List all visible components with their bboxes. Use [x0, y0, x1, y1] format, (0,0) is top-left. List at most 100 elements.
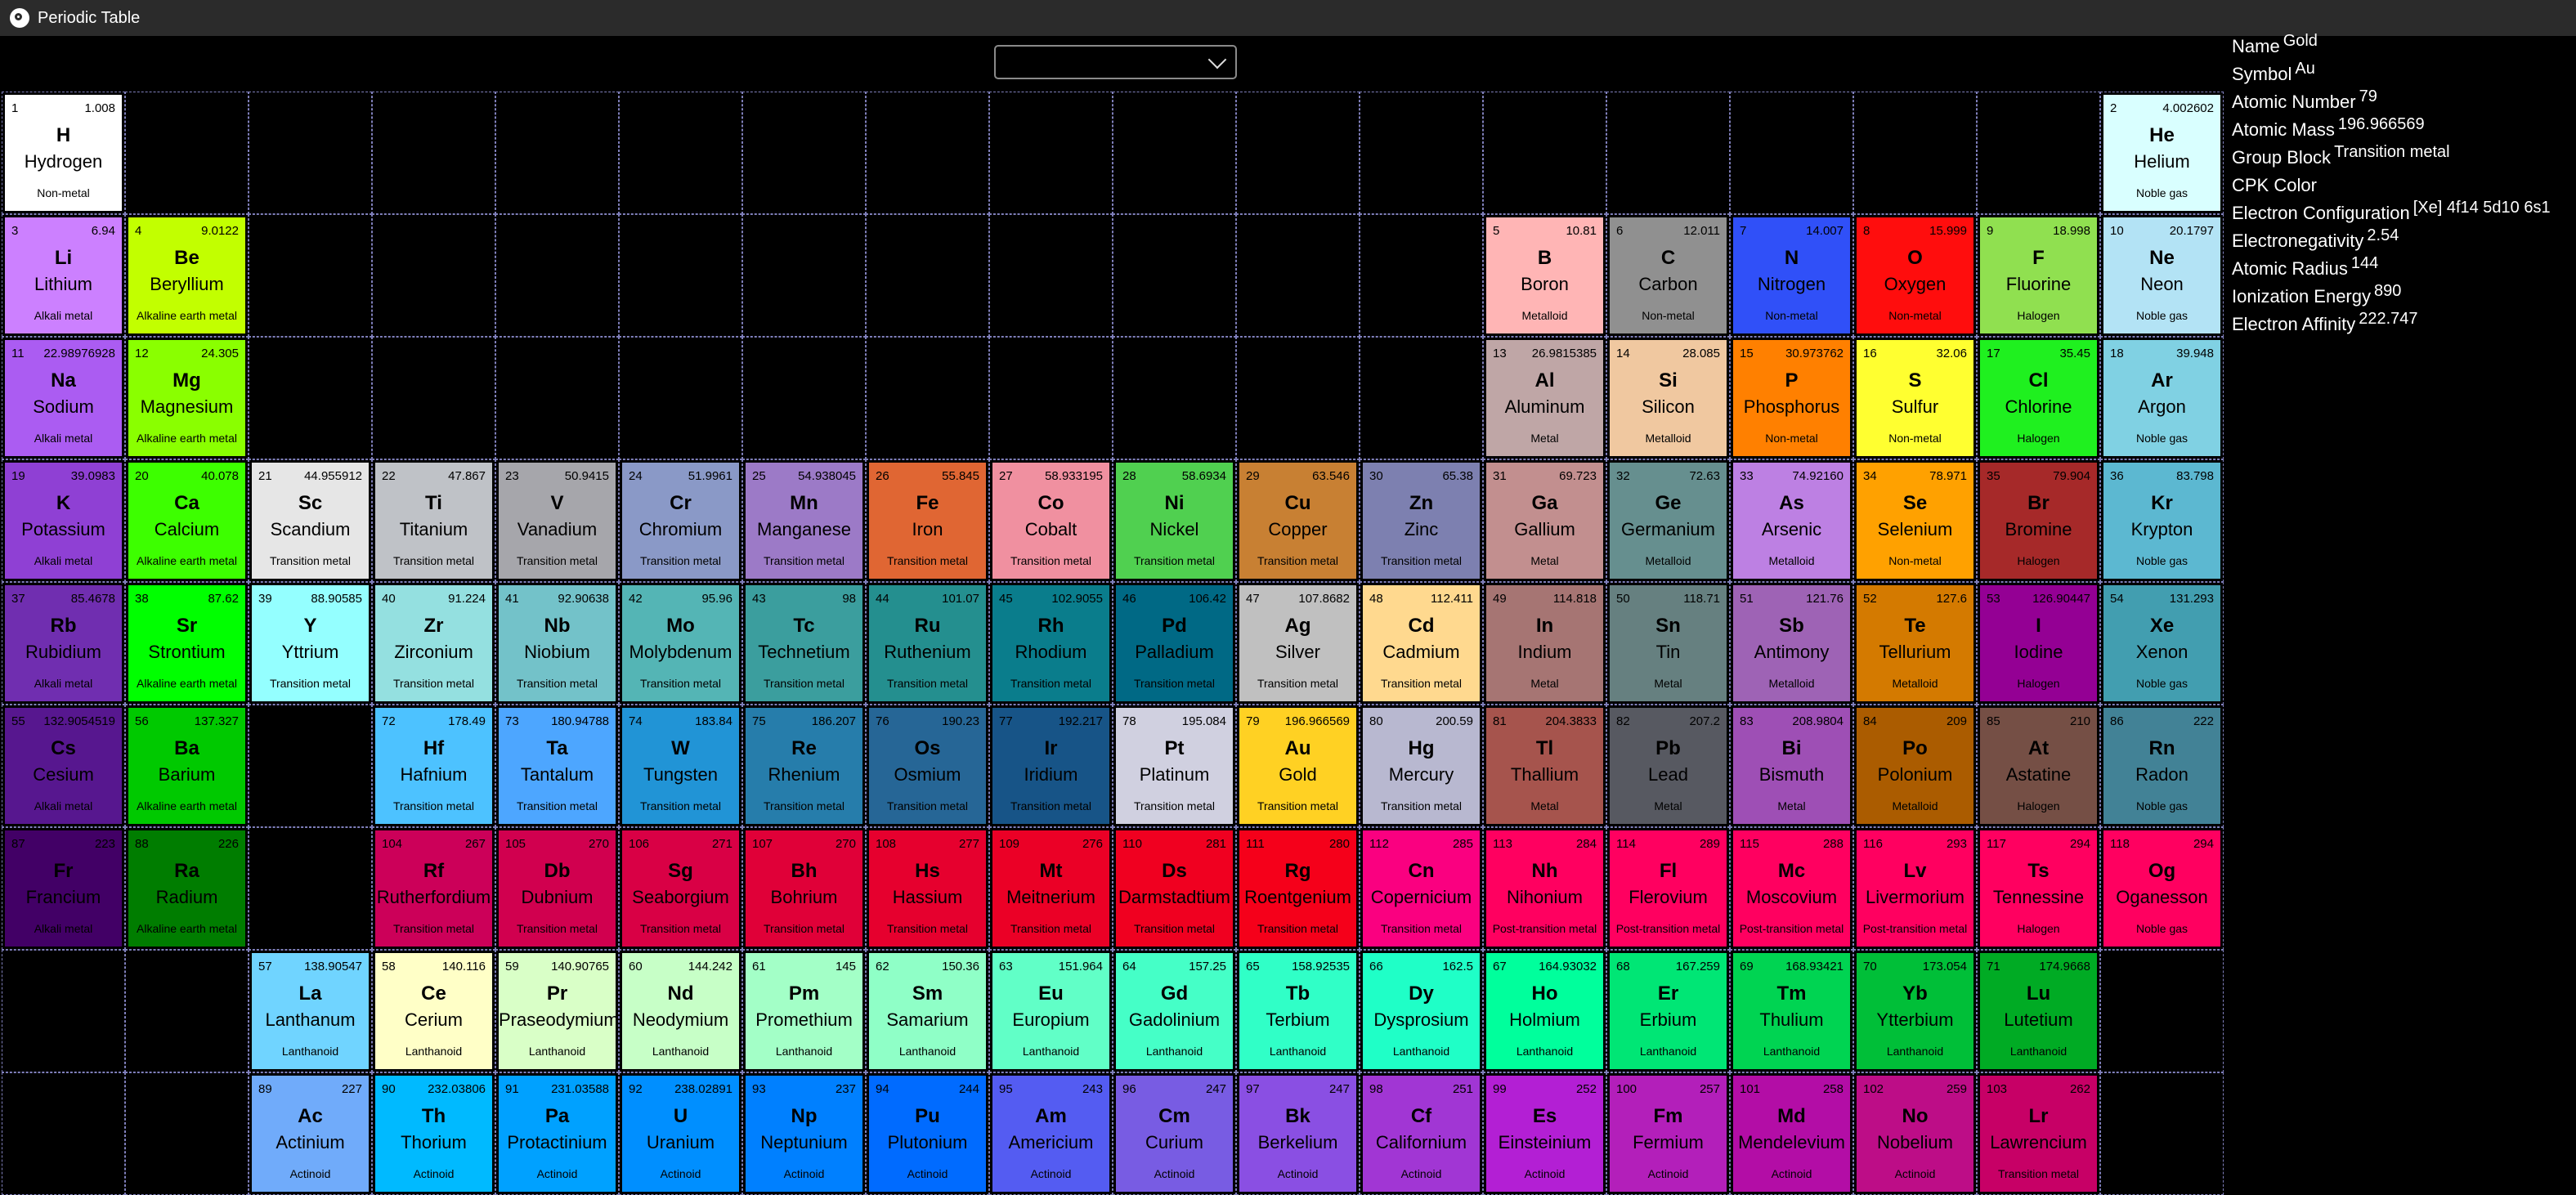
element-cell-oganesson[interactable]: 118 294 Og Oganesson Noble gas — [2100, 827, 2224, 950]
element-cell-tin[interactable]: 50 118.71 Sn Tin Metal — [1606, 582, 1730, 705]
element-cell-zinc[interactable]: 30 65.38 Zn Zinc Transition metal — [1360, 459, 1483, 582]
element-cell-bismuth[interactable]: 83 208.9804 Bi Bismuth Metal — [1730, 705, 1853, 827]
element-cell-calcium[interactable]: 20 40.078 Ca Calcium Alkaline earth metal — [125, 459, 249, 582]
element-cell-polonium[interactable]: 84 209 Po Polonium Metalloid — [1853, 705, 1977, 827]
element-cell-europium[interactable]: 63 151.964 Eu Europium Lanthanoid — [989, 950, 1113, 1072]
element-cell-curium[interactable]: 96 247 Cm Curium Actinoid — [1113, 1072, 1236, 1195]
element-cell-gadolinium[interactable]: 64 157.25 Gd Gadolinium Lanthanoid — [1113, 950, 1236, 1072]
element-cell-zirconium[interactable]: 40 91.224 Zr Zirconium Transition metal — [372, 582, 495, 705]
element-cell-lutetium[interactable]: 71 174.9668 Lu Lutetium Lanthanoid — [1977, 950, 2100, 1072]
element-cell-rhenium[interactable]: 75 186.207 Re Rhenium Transition metal — [742, 705, 866, 827]
element-cell-selenium[interactable]: 34 78.971 Se Selenium Non-metal — [1853, 459, 1977, 582]
element-cell-lead[interactable]: 82 207.2 Pb Lead Metal — [1606, 705, 1730, 827]
element-cell-plutonium[interactable]: 94 244 Pu Plutonium Actinoid — [866, 1072, 989, 1195]
element-cell-radon[interactable]: 86 222 Rn Radon Noble gas — [2100, 705, 2224, 827]
element-cell-aluminum[interactable]: 13 26.9815385 Al Aluminum Metal — [1483, 337, 1606, 459]
element-cell-meitnerium[interactable]: 109 276 Mt Meitnerium Transition metal — [989, 827, 1113, 950]
element-cell-cobalt[interactable]: 27 58.933195 Co Cobalt Transition metal — [989, 459, 1113, 582]
element-cell-chlorine[interactable]: 17 35.45 Cl Chlorine Halogen — [1977, 337, 2100, 459]
element-cell-copper[interactable]: 29 63.546 Cu Copper Transition metal — [1236, 459, 1360, 582]
element-cell-antimony[interactable]: 51 121.76 Sb Antimony Metalloid — [1730, 582, 1853, 705]
element-cell-francium[interactable]: 87 223 Fr Francium Alkali metal — [2, 827, 125, 950]
element-cell-californium[interactable]: 98 251 Cf Californium Actinoid — [1360, 1072, 1483, 1195]
element-cell-tungsten[interactable]: 74 183.84 W Tungsten Transition metal — [619, 705, 742, 827]
element-cell-erbium[interactable]: 68 167.259 Er Erbium Lanthanoid — [1606, 950, 1730, 1072]
element-cell-gallium[interactable]: 31 69.723 Ga Gallium Metal — [1483, 459, 1606, 582]
element-cell-berkelium[interactable]: 97 247 Bk Berkelium Actinoid — [1236, 1072, 1360, 1195]
element-cell-lithium[interactable]: 3 6.94 Li Lithium Alkali metal — [2, 214, 125, 337]
element-cell-palladium[interactable]: 46 106.42 Pd Palladium Transition metal — [1113, 582, 1236, 705]
element-cell-promethium[interactable]: 61 145 Pm Promethium Lanthanoid — [742, 950, 866, 1072]
element-cell-samarium[interactable]: 62 150.36 Sm Samarium Lanthanoid — [866, 950, 989, 1072]
element-cell-darmstadtium[interactable]: 110 281 Ds Darmstadtium Transition metal — [1113, 827, 1236, 950]
element-select-dropdown[interactable] — [994, 45, 1237, 79]
element-cell-beryllium[interactable]: 4 9.0122 Be Beryllium Alkaline earth metal — [125, 214, 249, 337]
element-cell-rubidium[interactable]: 37 85.4678 Rb Rubidium Alkali metal — [2, 582, 125, 705]
element-cell-technetium[interactable]: 43 98 Tc Technetium Transition metal — [742, 582, 866, 705]
element-cell-bromine[interactable]: 35 79.904 Br Bromine Halogen — [1977, 459, 2100, 582]
element-cell-indium[interactable]: 49 114.818 In Indium Metal — [1483, 582, 1606, 705]
element-cell-roentgenium[interactable]: 111 280 Rg Roentgenium Transition metal — [1236, 827, 1360, 950]
element-cell-xenon[interactable]: 54 131.293 Xe Xenon Noble gas — [2100, 582, 2224, 705]
element-cell-cesium[interactable]: 55 132.9054519 Cs Cesium Alkali metal — [2, 705, 125, 827]
element-cell-silver[interactable]: 47 107.8682 Ag Silver Transition metal — [1236, 582, 1360, 705]
element-cell-nihonium[interactable]: 113 284 Nh Nihonium Post-transition metal — [1483, 827, 1606, 950]
element-cell-nitrogen[interactable]: 7 14.007 N Nitrogen Non-metal — [1730, 214, 1853, 337]
element-cell-vanadium[interactable]: 23 50.9415 V Vanadium Transition metal — [495, 459, 619, 582]
element-cell-potassium[interactable]: 19 39.0983 K Potassium Alkali metal — [2, 459, 125, 582]
element-cell-neon[interactable]: 10 20.1797 Ne Neon Noble gas — [2100, 214, 2224, 337]
element-cell-terbium[interactable]: 65 158.92535 Tb Terbium Lanthanoid — [1236, 950, 1360, 1072]
element-cell-boron[interactable]: 5 10.81 B Boron Metalloid — [1483, 214, 1606, 337]
element-cell-thallium[interactable]: 81 204.3833 Tl Thallium Metal — [1483, 705, 1606, 827]
element-cell-radium[interactable]: 88 226 Ra Radium Alkaline earth metal — [125, 827, 249, 950]
element-cell-iron[interactable]: 26 55.845 Fe Iron Transition metal — [866, 459, 989, 582]
element-cell-titanium[interactable]: 22 47.867 Ti Titanium Transition metal — [372, 459, 495, 582]
element-cell-barium[interactable]: 56 137.327 Ba Barium Alkaline earth metal — [125, 705, 249, 827]
element-cell-rutherfordium[interactable]: 104 267 Rf Rutherfordium Transition metal — [372, 827, 495, 950]
element-cell-hassium[interactable]: 108 277 Hs Hassium Transition metal — [866, 827, 989, 950]
element-cell-ruthenium[interactable]: 44 101.07 Ru Ruthenium Transition metal — [866, 582, 989, 705]
element-cell-niobium[interactable]: 41 92.90638 Nb Niobium Transition metal — [495, 582, 619, 705]
element-cell-seaborgium[interactable]: 106 271 Sg Seaborgium Transition metal — [619, 827, 742, 950]
element-cell-silicon[interactable]: 14 28.085 Si Silicon Metalloid — [1606, 337, 1730, 459]
element-cell-fermium[interactable]: 100 257 Fm Fermium Actinoid — [1606, 1072, 1730, 1195]
element-cell-moscovium[interactable]: 115 288 Mc Moscovium Post-transition metal — [1730, 827, 1853, 950]
element-cell-praseodymium[interactable]: 59 140.90765 Pr Praseodymium Lanthanoid — [495, 950, 619, 1072]
element-cell-thulium[interactable]: 69 168.93421 Tm Thulium Lanthanoid — [1730, 950, 1853, 1072]
element-cell-oxygen[interactable]: 8 15.999 O Oxygen Non-metal — [1853, 214, 1977, 337]
element-cell-molybdenum[interactable]: 42 95.96 Mo Molybdenum Transition metal — [619, 582, 742, 705]
element-cell-hydrogen[interactable]: 1 1.008 H Hydrogen Non-metal — [2, 92, 125, 214]
element-cell-protactinium[interactable]: 91 231.03588 Pa Protactinium Actinoid — [495, 1072, 619, 1195]
element-cell-platinum[interactable]: 78 195.084 Pt Platinum Transition metal — [1113, 705, 1236, 827]
element-cell-scandium[interactable]: 21 44.955912 Sc Scandium Transition metal — [249, 459, 372, 582]
element-cell-tellurium[interactable]: 52 127.6 Te Tellurium Metalloid — [1853, 582, 1977, 705]
element-cell-hafnium[interactable]: 72 178.49 Hf Hafnium Transition metal — [372, 705, 495, 827]
element-cell-mercury[interactable]: 80 200.59 Hg Mercury Transition metal — [1360, 705, 1483, 827]
element-cell-neodymium[interactable]: 60 144.242 Nd Neodymium Lanthanoid — [619, 950, 742, 1072]
element-cell-mendelevium[interactable]: 101 258 Md Mendelevium Actinoid — [1730, 1072, 1853, 1195]
element-cell-tantalum[interactable]: 73 180.94788 Ta Tantalum Transition metal — [495, 705, 619, 827]
element-cell-strontium[interactable]: 38 87.62 Sr Strontium Alkaline earth metal — [125, 582, 249, 705]
element-cell-rhodium[interactable]: 45 102.9055 Rh Rhodium Transition metal — [989, 582, 1113, 705]
element-cell-ytterbium[interactable]: 70 173.054 Yb Ytterbium Lanthanoid — [1853, 950, 1977, 1072]
element-cell-yttrium[interactable]: 39 88.90585 Y Yttrium Transition metal — [249, 582, 372, 705]
element-cell-copernicium[interactable]: 112 285 Cn Copernicium Transition metal — [1360, 827, 1483, 950]
element-cell-osmium[interactable]: 76 190.23 Os Osmium Transition metal — [866, 705, 989, 827]
element-cell-fluorine[interactable]: 9 18.998 F Fluorine Halogen — [1977, 214, 2100, 337]
element-cell-astatine[interactable]: 85 210 At Astatine Halogen — [1977, 705, 2100, 827]
element-cell-dubnium[interactable]: 105 270 Db Dubnium Transition metal — [495, 827, 619, 950]
element-cell-dysprosium[interactable]: 66 162.5 Dy Dysprosium Lanthanoid — [1360, 950, 1483, 1072]
element-cell-livermorium[interactable]: 116 293 Lv Livermorium Post-transition metal — [1853, 827, 1977, 950]
element-cell-germanium[interactable]: 32 72.63 Ge Germanium Metalloid — [1606, 459, 1730, 582]
element-cell-flerovium[interactable]: 114 289 Fl Flerovium Post-transition metal — [1606, 827, 1730, 950]
element-cell-nobelium[interactable]: 102 259 No Nobelium Actinoid — [1853, 1072, 1977, 1195]
element-cell-uranium[interactable]: 92 238.02891 U Uranium Actinoid — [619, 1072, 742, 1195]
element-cell-sodium[interactable]: 11 22.98976928 Na Sodium Alkali metal — [2, 337, 125, 459]
element-cell-lawrencium[interactable]: 103 262 Lr Lawrencium Transition metal — [1977, 1072, 2100, 1195]
element-cell-argon[interactable]: 18 39.948 Ar Argon Noble gas — [2100, 337, 2224, 459]
element-cell-krypton[interactable]: 36 83.798 Kr Krypton Noble gas — [2100, 459, 2224, 582]
element-cell-helium[interactable]: 2 4.002602 He Helium Noble gas — [2100, 92, 2224, 214]
element-cell-gold[interactable]: 79 196.966569 Au Gold Transition metal — [1236, 705, 1360, 827]
element-cell-thorium[interactable]: 90 232.03806 Th Thorium Actinoid — [372, 1072, 495, 1195]
element-cell-chromium[interactable]: 24 51.9961 Cr Chromium Transition metal — [619, 459, 742, 582]
